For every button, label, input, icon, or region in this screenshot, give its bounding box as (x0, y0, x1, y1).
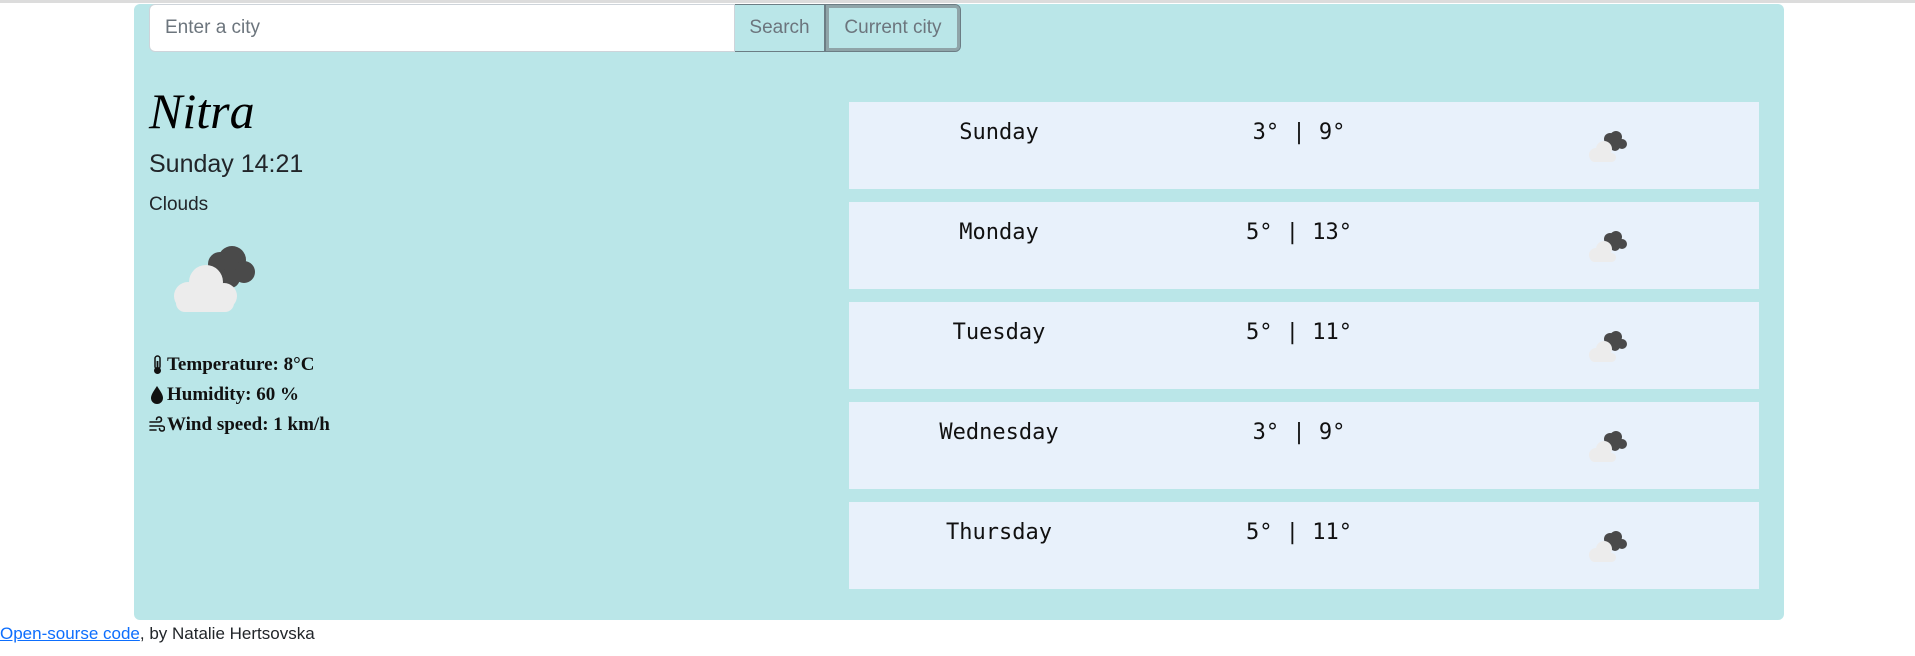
current-datetime: Sunday 14:21 (149, 150, 304, 178)
forecast-day: Tuesday (952, 320, 1046, 345)
broken-clouds-icon (1589, 131, 1627, 162)
weather-details: Temperature: 8°C Humidity: 60 % Wind spe… (149, 350, 330, 440)
droplet-icon (151, 386, 163, 404)
current-city-button[interactable]: Current city (825, 4, 961, 52)
forecast-row: Sunday 3° | 9° (849, 102, 1759, 189)
broken-clouds-icon (1589, 331, 1627, 362)
weather-panel: Search Current city Nitra Sunday 14:21 C… (134, 4, 1784, 620)
weather-description: Clouds (149, 194, 209, 215)
forecast-temps: 3° | 9° (1252, 420, 1346, 445)
broken-clouds-icon (1589, 531, 1627, 562)
forecast-day: Thursday (946, 520, 1052, 545)
forecast-temps: 5° | 13° (1246, 220, 1352, 245)
temperature-row: Temperature: 8°C (149, 350, 330, 380)
forecast-row: Thursday 5° | 11° (849, 502, 1759, 589)
forecast-day: Monday (959, 220, 1039, 245)
city-search-input[interactable] (149, 4, 735, 52)
search-button[interactable]: Search (735, 4, 825, 52)
wind-icon (149, 416, 165, 432)
temperature-text: Temperature: 8°C (167, 354, 315, 375)
forecast-row: Monday 5° | 13° (849, 202, 1759, 289)
wind-row: Wind speed: 1 km/h (149, 410, 330, 440)
source-code-link[interactable]: Open-sourse code (0, 624, 140, 643)
forecast-row: Tuesday 5° | 11° (849, 302, 1759, 389)
humidity-row: Humidity: 60 % (149, 380, 330, 410)
footer-credit: , by Natalie Hertsovska (139, 624, 315, 643)
forecast-list: Sunday 3° | 9° Monday 5° | 13° Tuesday 5… (849, 102, 1759, 602)
broken-clouds-icon (174, 246, 255, 312)
footer: Open-sourse code, by Natalie Hertsovska (0, 624, 315, 644)
forecast-day: Wednesday (939, 420, 1059, 445)
city-name: Nitra (149, 83, 255, 139)
forecast-row: Wednesday 3° | 9° (849, 402, 1759, 489)
forecast-temps: 5° | 11° (1246, 320, 1352, 345)
broken-clouds-icon (1589, 431, 1627, 462)
thermometer-icon (154, 355, 161, 374)
search-form: Search Current city (149, 4, 961, 52)
forecast-temps: 5° | 11° (1246, 520, 1352, 545)
broken-clouds-icon (1589, 231, 1627, 262)
top-border (0, 0, 1915, 3)
forecast-temps: 3° | 9° (1252, 120, 1346, 145)
wind-text: Wind speed: 1 km/h (167, 414, 330, 435)
forecast-day: Sunday (959, 120, 1039, 145)
humidity-text: Humidity: 60 % (167, 384, 299, 405)
